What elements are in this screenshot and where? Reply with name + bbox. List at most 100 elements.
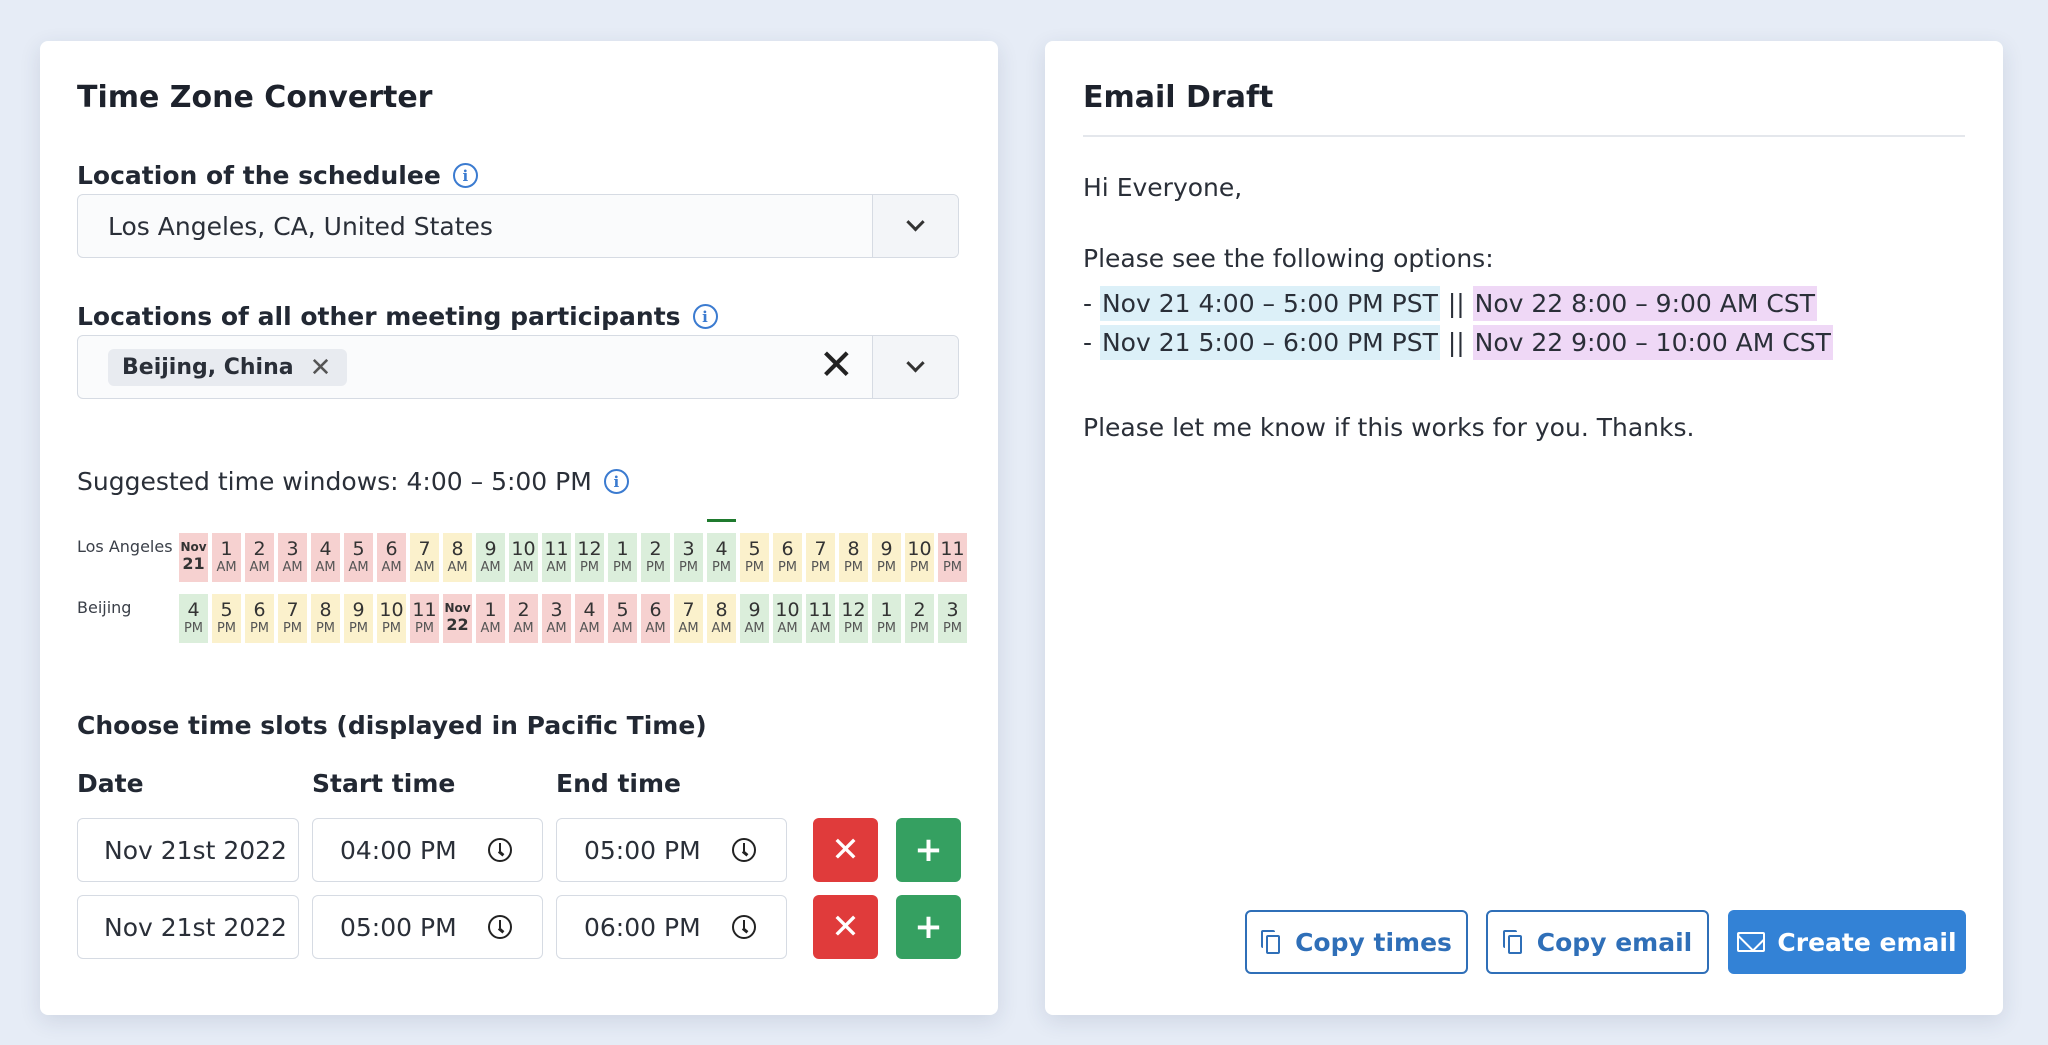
slot-date-value: Nov 21st 2022: [104, 835, 287, 865]
chevron-down-icon: [906, 353, 925, 372]
remove-slot-button[interactable]: ✕: [813, 818, 878, 882]
timeline-hour-cell: 5 PM: [212, 594, 241, 643]
cell-meridiem: AM: [315, 559, 336, 575]
cell-meridiem: PM: [942, 559, 963, 575]
timeline-hour-cell: 12 PM: [839, 594, 868, 643]
cell-meridiem: PM: [414, 620, 435, 636]
clock-icon[interactable]: [732, 915, 756, 939]
info-icon[interactable]: i: [452, 163, 478, 188]
schedulee-dropdown-toggle[interactable]: [872, 195, 958, 257]
participants-dropdown-toggle[interactable]: [872, 336, 958, 398]
schedulee-select[interactable]: Los Angeles, CA, United States: [77, 194, 959, 258]
email-greeting: Hi Everyone,: [1083, 173, 1243, 202]
tag-remove-icon[interactable]: ✕: [310, 355, 332, 381]
cell-hour: 12: [841, 599, 866, 622]
slot-start-value: 04:00 PM: [340, 835, 457, 865]
participants-label: Locations of all other meeting participa…: [77, 302, 718, 331]
timeline-hour-cell: 3 AM: [278, 533, 307, 582]
timeline-hour-cell: 7 AM: [410, 533, 439, 582]
timeline-hour-cell: 9 PM: [344, 594, 373, 643]
cell-hour: 3: [946, 599, 959, 622]
timeline-hour-cell: 9 AM: [740, 594, 769, 643]
info-icon[interactable]: i: [692, 304, 718, 329]
cell-meridiem: AM: [810, 620, 831, 636]
copy-email-button[interactable]: Copy email: [1486, 910, 1709, 974]
slot-end-input[interactable]: 05:00 PM: [556, 818, 787, 882]
cell-meridiem: PM: [843, 620, 864, 636]
timeline-hour-cell: 7 PM: [806, 533, 835, 582]
timeline-hour-cell: 1 PM: [872, 594, 901, 643]
cell-hour: 7: [286, 599, 299, 622]
time-zone-converter-card: Time Zone Converter Location of the sche…: [40, 41, 998, 1015]
cell-meridiem: AM: [381, 559, 402, 575]
clear-all-icon[interactable]: ✕: [819, 344, 854, 386]
cell-hour: 10: [775, 599, 800, 622]
cell-meridiem: AM: [744, 620, 765, 636]
slot-start-input[interactable]: 05:00 PM: [312, 895, 543, 959]
create-email-button[interactable]: Create email: [1728, 910, 1966, 974]
cell-hour: 5: [220, 599, 233, 622]
email-intro: Please see the following options:: [1083, 244, 1494, 273]
cell-hour: 12: [577, 538, 602, 561]
cell-hour: 1: [484, 599, 497, 622]
timeline-hour-cell: 3 PM: [938, 594, 967, 643]
copy-icon: [1261, 930, 1281, 954]
cell-meridiem: PM: [909, 620, 930, 636]
email-divider: [1083, 135, 1965, 137]
info-icon[interactable]: i: [603, 469, 629, 494]
add-slot-button[interactable]: +: [896, 818, 961, 882]
timeline-hour-cell: 11 AM: [542, 533, 571, 582]
clock-icon[interactable]: [488, 838, 512, 862]
cell-hour: 4: [583, 599, 596, 622]
copy-times-button[interactable]: Copy times: [1245, 910, 1468, 974]
remove-slot-button[interactable]: ✕: [813, 895, 878, 959]
option-local-time: Nov 21 5:00 – 6:00 PM PST: [1099, 325, 1440, 360]
slot-date-input[interactable]: Nov 21st 2022: [77, 818, 299, 882]
slot-end-input[interactable]: 06:00 PM: [556, 895, 787, 959]
timeline-hour-cell: 12 PM: [575, 533, 604, 582]
timeline-row-los-angeles: Nov 21 1 AM 2 AM 3 AM 4 AM 5 AM 6 AM 7 AM 8 AM 9 AM 10 AM 11 AM…: [179, 533, 967, 582]
timeline-hour-cell: 2 PM: [905, 594, 934, 643]
slot-start-input[interactable]: 04:00 PM: [312, 818, 543, 882]
cell-meridiem: AM: [546, 620, 567, 636]
cell-meridiem: PM: [348, 620, 369, 636]
cell-day: 22: [446, 615, 469, 635]
cell-hour: 11: [412, 599, 437, 622]
timeline-hour-cell: 10 AM: [773, 594, 802, 643]
participant-tag: Beijing, China ✕: [108, 349, 348, 386]
clock-icon[interactable]: [732, 838, 756, 862]
participants-multiselect[interactable]: Beijing, China ✕ ✕: [77, 335, 959, 399]
timeline-hour-cell: 4 PM: [179, 594, 208, 643]
cell-hour: 1: [880, 599, 893, 622]
timeline-hour-cell: 8 AM: [707, 594, 736, 643]
timeline-hour-cell: 11 AM: [806, 594, 835, 643]
copy-email-label: Copy email: [1536, 927, 1693, 957]
cell-hour: 8: [319, 599, 332, 622]
slot-date-input[interactable]: Nov 21st 2022: [77, 895, 299, 959]
cell-meridiem: PM: [315, 620, 336, 636]
cell-hour: 10: [907, 538, 932, 561]
add-slot-button[interactable]: +: [896, 895, 961, 959]
cell-hour: 10: [511, 538, 536, 561]
cell-hour: 1: [220, 538, 233, 561]
cell-meridiem: PM: [183, 620, 204, 636]
cell-meridiem: PM: [876, 620, 897, 636]
cell-meridiem: PM: [579, 559, 600, 575]
clock-icon[interactable]: [488, 915, 512, 939]
option-other-time: Nov 22 9:00 – 10:00 AM CST: [1472, 325, 1833, 360]
slot-end-value: 06:00 PM: [584, 912, 701, 942]
cell-hour: 2: [253, 538, 266, 561]
cell-month: Nov: [444, 601, 471, 616]
cell-meridiem: AM: [480, 620, 501, 636]
cell-meridiem: AM: [414, 559, 435, 575]
email-option-line: - Nov 21 5:00 – 6:00 PM PST || Nov 22 9:…: [1083, 325, 1833, 360]
timeline-hour-cell: 4 PM: [707, 533, 736, 582]
cell-meridiem: AM: [447, 559, 468, 575]
cell-meridiem: AM: [480, 559, 501, 575]
cell-meridiem: PM: [381, 620, 402, 636]
cell-hour: 5: [616, 599, 629, 622]
suggested-hour-marker: [707, 519, 736, 522]
timeline-hour-cell: 8 AM: [443, 533, 472, 582]
cell-hour: 7: [814, 538, 827, 561]
suggested-windows: Suggested time windows: 4:00 – 5:00 PM i: [77, 467, 629, 496]
